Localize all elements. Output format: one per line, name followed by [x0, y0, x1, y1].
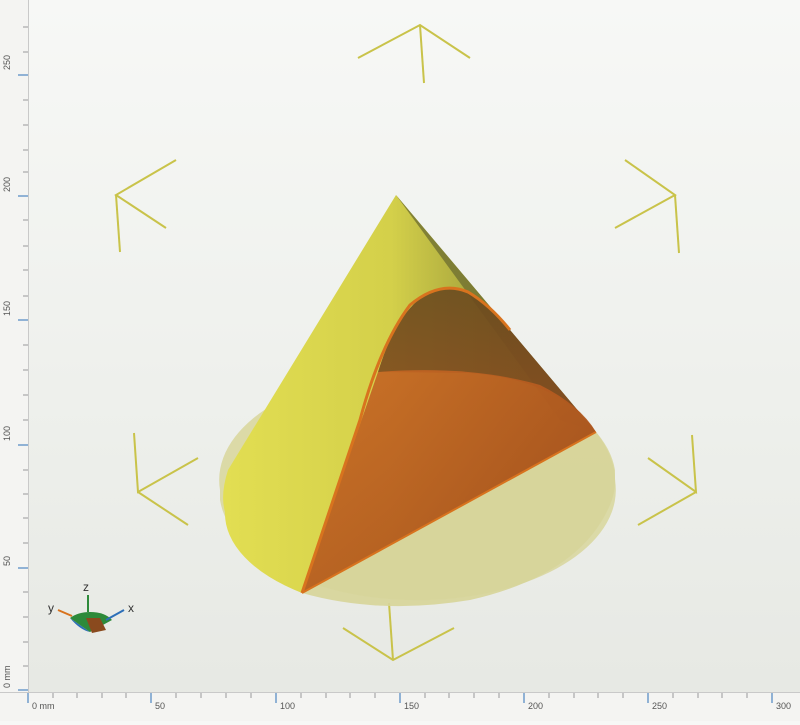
ruler-left-label-150: 150 — [2, 300, 12, 316]
gizmo-z-label: z — [83, 580, 89, 594]
3d-viewport[interactable]: x y z — [0, 0, 800, 720]
ruler-bottom-label-100: 100 — [280, 701, 296, 711]
ruler-left-label-250: 250 — [2, 54, 12, 70]
ruler-vertical[interactable]: 250 200 150 100 50 0 mm — [0, 0, 29, 692]
axis-gizmo[interactable]: x y z — [48, 580, 134, 633]
bracket-upper-right — [614, 159, 677, 229]
ruler-bottom-label-200: 200 — [528, 701, 544, 711]
scene-canvas[interactable]: x y z — [0, 0, 800, 720]
ruler-left-label-50: 50 — [2, 555, 12, 566]
cone-model[interactable] — [219, 195, 616, 607]
ruler-bottom-label-150: 150 — [404, 701, 420, 711]
ruler-horizontal-ticks — [27, 693, 773, 703]
gizmo-y-label: y — [48, 601, 54, 615]
ruler-bottom-label-0: 0 mm — [32, 701, 55, 711]
ruler-bottom-label-250: 250 — [652, 701, 668, 711]
bracket-bottom — [342, 627, 455, 662]
gizmo-y-axis — [57, 609, 73, 617]
gizmo-x-axis — [105, 609, 125, 621]
bracket-lower-right — [647, 434, 698, 495]
bracket-top — [357, 23, 471, 59]
gizmo-x-label: x — [128, 601, 134, 615]
bracket-lower-left — [133, 432, 199, 494]
ruler-left-label-0: 0 mm — [2, 665, 12, 689]
ruler-left-label-200: 200 — [2, 176, 12, 192]
bracket-upper-left — [114, 159, 177, 229]
ruler-horizontal[interactable]: 0 mm 50 100 150 200 250 300 — [0, 692, 800, 721]
ruler-vertical-ticks — [18, 26, 28, 691]
ruler-bottom-label-50: 50 — [155, 701, 166, 711]
ruler-left-label-100: 100 — [2, 425, 12, 441]
ruler-bottom-label-300: 300 — [776, 701, 792, 711]
